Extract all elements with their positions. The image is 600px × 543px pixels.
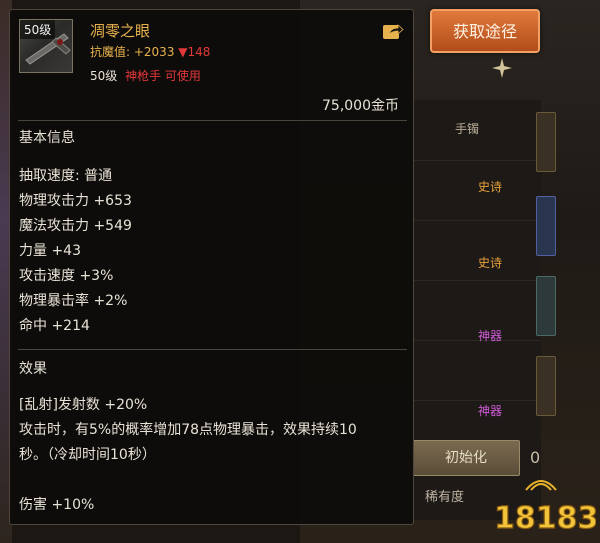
- rarity-label: 神器: [478, 404, 503, 418]
- rarity-label: 史诗: [478, 256, 503, 270]
- effect-line: 秒。（冷却时间10秒）: [19, 447, 156, 463]
- sparkle-icon: [492, 58, 512, 78]
- item-tooltip: 50级 凋零之眼 抗魔值: +2033 ▼148 50级 神枪手 可使用 75,…: [9, 9, 414, 525]
- site-logo: 18183: [493, 480, 596, 537]
- divider: [18, 120, 407, 121]
- required-level: 50级: [90, 69, 118, 83]
- resist-value: 抗魔值: +2033 ▼148: [90, 43, 210, 60]
- resist-change: ▼148: [178, 45, 211, 59]
- item-level-tag: 50级: [20, 20, 56, 39]
- equipment-row[interactable]: [408, 280, 540, 341]
- required-class: 神枪手 可使用: [125, 69, 201, 83]
- item-slot[interactable]: [536, 196, 556, 256]
- equipment-row[interactable]: [408, 340, 540, 401]
- stat-line: 力量 +43: [19, 243, 81, 259]
- rarity-label: 稀有度: [425, 490, 465, 505]
- requirement-row: 50级 神枪手 可使用: [90, 67, 201, 84]
- stat-line: 命中 +214: [19, 318, 90, 334]
- stat-line: 抽取速度: 普通: [19, 168, 113, 184]
- item-price: 75,000金币: [322, 98, 399, 114]
- reset-button[interactable]: 初始化: [412, 440, 520, 476]
- stat-line: 攻击速度 +3%: [19, 268, 114, 284]
- effect-line: 攻击时，有5%的概率增加78点物理暴击，效果持续10: [19, 422, 357, 438]
- stat-line: 物理暴击率 +2%: [19, 293, 128, 309]
- item-slot[interactable]: [536, 276, 556, 336]
- divider: [18, 349, 407, 350]
- rarity-label: 史诗: [478, 180, 503, 194]
- effect-title: 效果: [19, 361, 47, 377]
- stat-line: 魔法攻击力 +549: [19, 218, 132, 234]
- equipment-row[interactable]: [408, 160, 540, 221]
- svg-text:18183: 18183: [494, 501, 596, 536]
- get-route-button[interactable]: 获取途径: [430, 9, 540, 53]
- item-slot[interactable]: [536, 112, 556, 172]
- item-slot[interactable]: [536, 356, 556, 416]
- share-icon[interactable]: [382, 22, 404, 40]
- rarity-label: 手镯: [455, 122, 480, 136]
- equipment-row[interactable]: [408, 220, 540, 281]
- basic-info-title: 基本信息: [19, 130, 75, 146]
- item-icon: 50级: [19, 19, 73, 73]
- resist-label: 抗魔值: +2033: [90, 45, 175, 59]
- effect-line: 伤害 +10%: [19, 497, 95, 513]
- item-name: 凋零之眼: [90, 22, 151, 40]
- stat-line: 物理攻击力 +653: [19, 193, 132, 209]
- effect-line: [乱射]发射数 +20%: [19, 397, 148, 413]
- rarity-label: 神器: [478, 329, 503, 343]
- side-number: 0: [530, 448, 541, 467]
